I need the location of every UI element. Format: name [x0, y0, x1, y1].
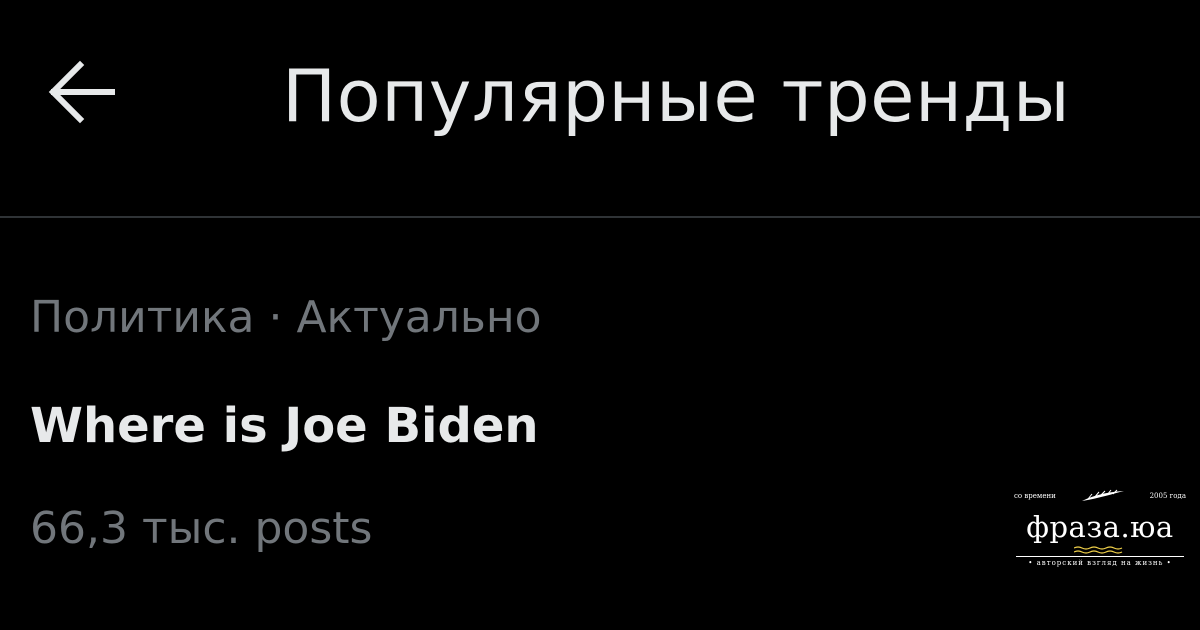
- watermark-brand: фраза.юа: [1026, 510, 1174, 544]
- trend-name: Where is Joe Biden: [30, 398, 539, 454]
- page-title: Популярные тренды: [282, 54, 1071, 138]
- trend-post-count: 66,3 тыс. posts: [30, 503, 373, 554]
- arrow-left-icon: [48, 60, 115, 124]
- watermark-year-label: 2005 года: [1149, 492, 1186, 500]
- watermark: со времени 2005 года фраза.юа • авторски…: [1008, 478, 1192, 576]
- watermark-tagline: • авторский взгляд на жизнь •: [1028, 559, 1172, 567]
- watermark-header: со времени 2005 года: [1008, 484, 1192, 508]
- squiggle-underline: [1074, 546, 1123, 554]
- watermark-rule: [1016, 556, 1184, 557]
- top-bar: Популярные тренды: [0, 0, 1200, 216]
- watermark-since-label: со времени: [1014, 492, 1056, 500]
- feather-icon: [1081, 489, 1124, 501]
- back-button[interactable]: [30, 52, 130, 132]
- trend-context: Политика · Актуально: [30, 292, 542, 343]
